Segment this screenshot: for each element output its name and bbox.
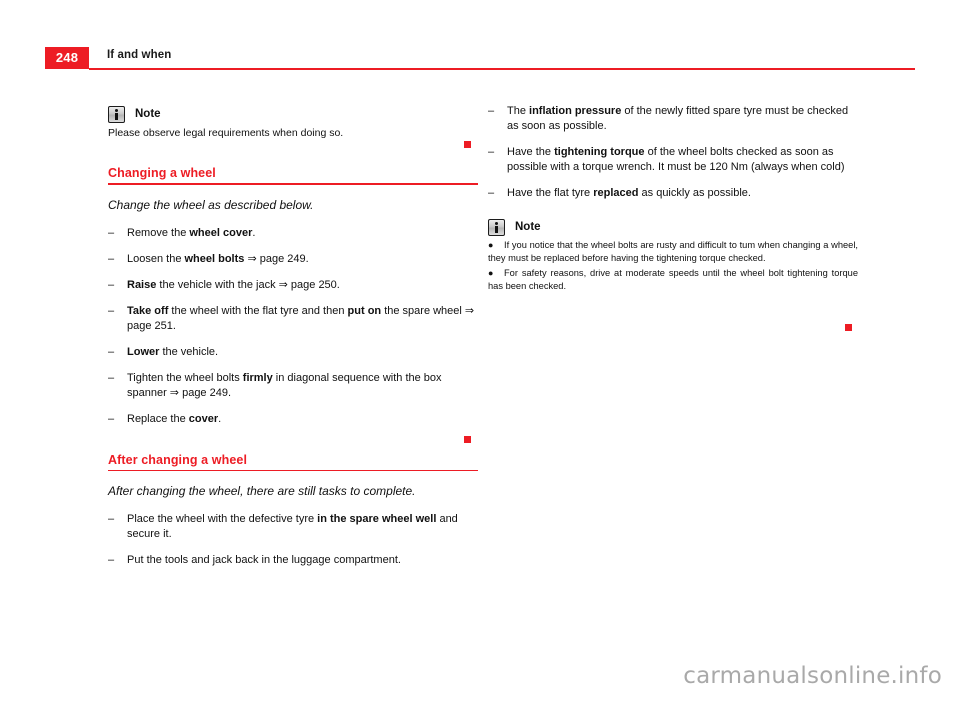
dash-list-item: – Tighten the wheel bolts firmly in diago… (108, 371, 478, 401)
content-section: Changing a wheel Change the wheel as desc… (108, 166, 478, 427)
page-number: 248 (45, 47, 89, 69)
note-block-left: Note Please observe legal requirements w… (108, 104, 478, 140)
header-divider (89, 68, 915, 70)
dash-item-text: Replace the cover. (127, 412, 222, 425)
dash-list-item: – Take off the wheel with the flat tyre a… (108, 304, 478, 334)
dash-item-text: Take off the wheel with the flat tyre an… (127, 304, 475, 332)
page-header: 248 If and when (45, 47, 915, 73)
section-heading: After changing a wheel (108, 452, 248, 467)
note-bullet-text: For safety reasons, drive at moderate sp… (488, 268, 858, 291)
dash-marker: – (108, 412, 115, 425)
section-heading: Changing a wheel (108, 166, 216, 180)
dash-item-text: Tighten the wheel bolts firmly in diagon… (127, 371, 442, 399)
note-block-right: Note ● If you notice that the wheel bolts… (488, 217, 858, 292)
dash-item-text: Loosen the wheel bolts ⇒ page 249. (127, 252, 309, 265)
section-intro: After changing the wheel, there are stil… (108, 484, 416, 499)
dash-list: – Remove the wheel cover. – Loosen the whee… (108, 226, 478, 427)
note-bullet-item: ● For safety reasons, drive at moderate s… (488, 267, 858, 292)
dash-item-text: Remove the wheel cover. (127, 226, 256, 239)
dash-item-text: Raise the vehicle with the jack ⇒ page 2… (127, 278, 340, 291)
dash-item-text: Put the tools and jack back in the lugga… (127, 554, 401, 567)
dash-marker: – (108, 252, 115, 265)
dash-marker: – (108, 226, 115, 239)
bullet-marker: ● (488, 268, 494, 279)
content-section: After changing a wheel After changing the… (108, 453, 478, 569)
dash-marker: – (108, 371, 115, 384)
dash-list-item: – Replace the cover. (108, 412, 478, 427)
red-square-marker (845, 324, 852, 331)
dash-marker: – (488, 187, 495, 199)
bullet-marker: ● (488, 240, 494, 250)
red-square-marker (464, 141, 471, 148)
dash-item-text: Place the wheel with the defective tyre … (127, 513, 458, 541)
dash-list: – Place the wheel with the defective tyre… (108, 512, 478, 568)
dash-item-text: Have the flat tyre replaced as quickly a… (507, 187, 751, 199)
dash-marker: – (108, 304, 115, 317)
dash-item-text: Lower the vehicle. (127, 345, 219, 358)
red-square-marker (464, 436, 471, 443)
note-bullet-text: If you notice that the wheel bolts are r… (488, 240, 858, 263)
note-bullet-item: ● If you notice that the wheel bolts are … (488, 239, 858, 264)
dash-list-item: – The inflation pressure of the newly fit… (488, 104, 858, 134)
note-header-right: Note (488, 217, 858, 237)
note-body: Please observe legal requirements when d… (108, 127, 344, 139)
right-dash-list: – The inflation pressure of the newly fit… (488, 104, 858, 201)
note-label: Note (135, 108, 161, 120)
dash-list-item: – Have the tightening torque of the wheel… (488, 145, 858, 175)
dash-item-text: Have the tightening torque of the wheel … (507, 146, 845, 173)
dash-list-item: – Remove the wheel cover. (108, 226, 478, 241)
left-column: Note Please observe legal requirements w… (108, 104, 478, 579)
dash-list-item: – Have the flat tyre replaced as quickly … (488, 186, 858, 201)
page-title: If and when (107, 49, 172, 61)
dash-marker: – (488, 146, 495, 158)
note-header: Note (108, 104, 478, 124)
dash-marker: – (488, 105, 495, 117)
section-divider (108, 183, 478, 185)
dash-list-item: – Put the tools and jack back in the lugg… (108, 553, 478, 568)
dash-list-item: – Raise the vehicle with the jack ⇒ page … (108, 278, 478, 293)
dash-marker: – (108, 513, 115, 526)
dash-list-item: – Lower the vehicle. (108, 345, 478, 360)
dash-marker: – (108, 554, 115, 567)
info-note-icon (488, 218, 505, 236)
dash-item-text: The inflation pressure of the newly fitt… (507, 105, 849, 132)
dash-list-item: – Place the wheel with the defective tyre… (108, 512, 478, 542)
dash-marker: – (108, 345, 115, 358)
dash-list-item: – Loosen the wheel bolts ⇒ page 249. (108, 252, 478, 267)
dash-marker: – (108, 278, 115, 291)
note-label-right: Note (515, 221, 541, 233)
section-divider (108, 469, 478, 472)
info-note-icon (108, 105, 125, 123)
watermark: carmanualsonline.info (683, 663, 942, 689)
right-column: – The inflation pressure of the newly fit… (488, 104, 858, 295)
section-intro: Change the wheel as described below. (108, 197, 314, 212)
left-sections: Changing a wheel Change the wheel as desc… (108, 166, 478, 568)
note-bullets: ● If you notice that the wheel bolts are … (488, 239, 858, 292)
